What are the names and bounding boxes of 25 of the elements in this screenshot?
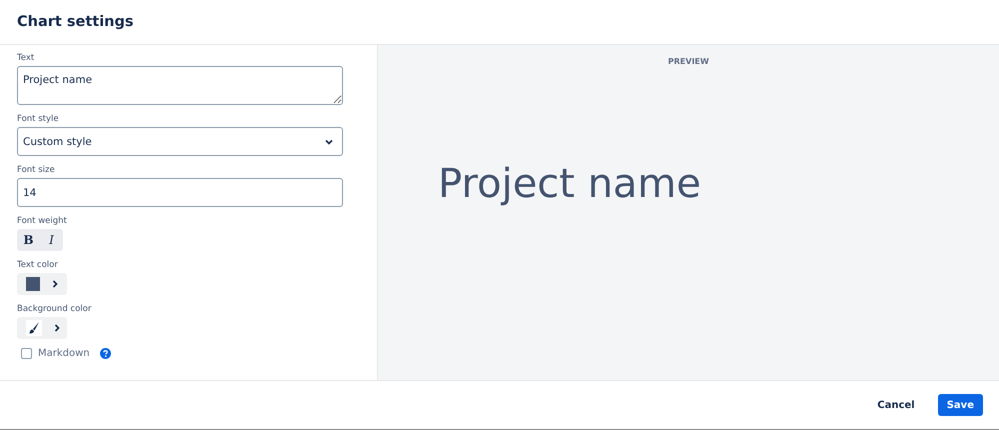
font-size-field[interactable]: 14 — [17, 178, 343, 207]
text-color-button[interactable] — [17, 273, 67, 295]
save-button[interactable]: Save — [938, 394, 983, 416]
preview-text: Project name — [438, 161, 702, 207]
markdown-checkbox[interactable] — [21, 348, 32, 359]
bold-button[interactable]: B — [17, 229, 40, 251]
field-label: Background color — [17, 304, 92, 314]
field-label: Font style — [17, 114, 59, 124]
help-icon[interactable] — [100, 348, 111, 359]
brush-icon — [26, 320, 42, 336]
dialog-title: Chart settings — [17, 14, 134, 30]
checkbox-label: Markdown — [38, 348, 90, 359]
font-style-dropdown[interactable]: Custom style — [17, 127, 343, 156]
field-label: Text color — [17, 260, 58, 270]
chevron-right-icon — [52, 280, 58, 288]
chevron-down-icon — [325, 138, 333, 144]
italic-button[interactable]: I — [40, 229, 63, 251]
preview-label: PREVIEW — [668, 57, 709, 66]
field-label: Font size — [17, 165, 55, 175]
text-field[interactable]: Project name — [17, 66, 343, 105]
chevron-right-icon — [54, 324, 60, 332]
cancel-button[interactable]: Cancel — [868, 394, 924, 416]
field-label: Font weight — [17, 216, 67, 226]
background-color-button[interactable] — [17, 317, 67, 339]
field-label: Text — [17, 53, 34, 63]
